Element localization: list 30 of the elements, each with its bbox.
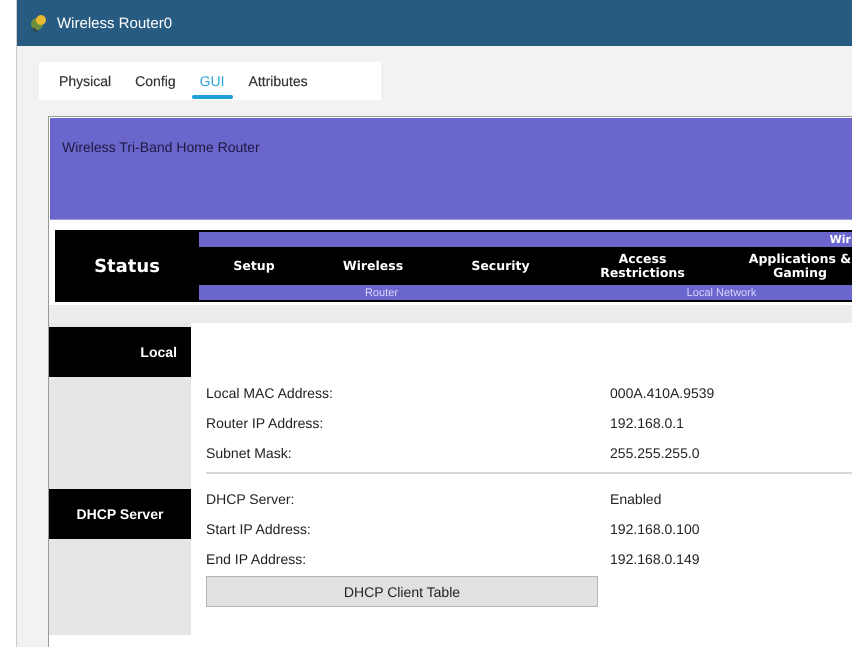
field-value: 192.168.0.149 [610,551,701,567]
field-label: Start IP Address: [206,521,312,537]
subnav-label: Local Network [686,286,758,298]
nav-link[interactable]: Applications & Gaming [744,252,852,280]
banner-title: Wireless Tri-Band Home Router [62,139,260,155]
field-value: Enabled [610,491,662,507]
field-value: 192.168.0.100 [610,521,701,537]
field-label: Local MAC Address: [206,385,334,401]
field-value: 192.168.0.1 [610,415,685,431]
field-value: 255.255.255.0 [610,445,701,461]
nav-link[interactable]: Security [471,258,530,274]
section-label: Local [49,327,191,377]
field-label: End IP Address: [206,551,308,567]
field-label: Subnet Mask: [206,445,293,461]
field-label: Router IP Address: [206,415,324,431]
category-label: Wir [830,233,851,246]
window-title: Wireless Router0 [57,14,172,32]
client-table-button[interactable]: DHCP Client Table [206,576,598,607]
section-label: DHCP Server [49,489,191,539]
nav-link[interactable]: Access Restrictions [586,252,698,280]
tab[interactable]: Physical [49,62,122,100]
subnav-label: Router [364,286,400,298]
nav-link[interactable]: Setup [233,258,275,274]
app-icon [29,13,49,33]
current-section-label: Status [93,254,161,278]
tab[interactable]: Attributes [238,62,318,100]
field-label: DHCP Server: [206,491,296,507]
field-value: 000A.410A.9539 [610,385,716,401]
nav-link[interactable]: Wireless [342,258,404,274]
tab[interactable]: Config [125,62,186,100]
